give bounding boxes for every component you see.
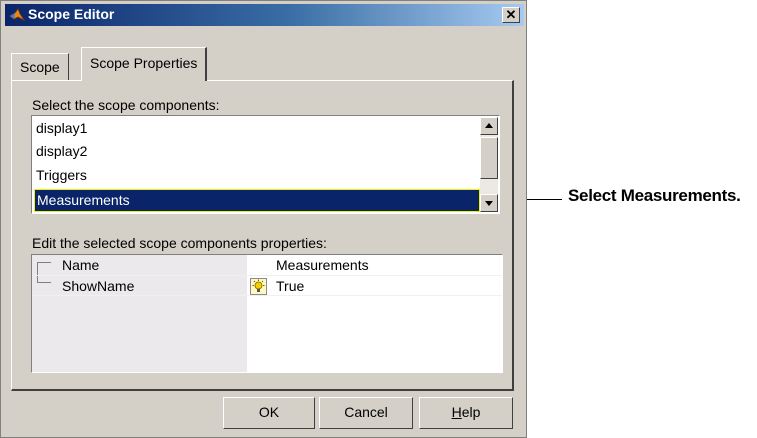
- property-row-name[interactable]: Name Measurements: [32, 255, 502, 276]
- ok-button[interactable]: OK: [223, 397, 315, 429]
- list-item-display2[interactable]: display2: [34, 140, 480, 163]
- help-mnemonic: H: [451, 404, 462, 420]
- scroll-thumb[interactable]: [480, 137, 498, 179]
- cancel-button[interactable]: Cancel: [319, 397, 413, 429]
- properties-table: Name Measurements ShowName True: [31, 254, 503, 373]
- close-button[interactable]: ✕: [502, 7, 520, 23]
- close-icon: ✕: [505, 7, 517, 22]
- matlab-logo-icon: [9, 8, 25, 21]
- window-title: Scope Editor: [28, 6, 115, 22]
- components-label: Select the scope components:: [32, 97, 220, 113]
- help-label-rest: elp: [461, 404, 481, 420]
- property-value[interactable]: True: [276, 278, 304, 294]
- property-name: ShowName: [62, 278, 135, 294]
- properties-label: Edit the selected scope components prope…: [32, 235, 327, 251]
- list-item-display1[interactable]: display1: [34, 117, 480, 140]
- property-name: Name: [62, 257, 100, 273]
- callout-text: Select Measurements.: [568, 186, 741, 205]
- arrow-up-icon: [485, 123, 493, 128]
- callout-line: [527, 199, 562, 200]
- list-item-triggers[interactable]: Triggers: [34, 164, 480, 187]
- list-item-measurements[interactable]: Measurements: [34, 189, 480, 212]
- scroll-up-button[interactable]: [480, 117, 498, 135]
- property-row-showname[interactable]: ShowName True: [32, 275, 502, 296]
- list-scrollbar[interactable]: [480, 117, 498, 212]
- scope-editor-window: Scope Editor ✕ Scope Scope Properties Se…: [0, 0, 527, 438]
- arrow-down-icon: [485, 201, 493, 206]
- tab-scope[interactable]: Scope: [11, 53, 69, 80]
- tab-scope-properties[interactable]: Scope Properties: [81, 47, 208, 81]
- scroll-down-button[interactable]: [480, 194, 498, 212]
- lightbulb-icon[interactable]: [250, 278, 267, 295]
- title-bar[interactable]: Scope Editor ✕: [5, 4, 524, 26]
- help-button[interactable]: Help: [419, 397, 513, 429]
- property-value[interactable]: Measurements: [276, 257, 369, 273]
- components-list[interactable]: display1 display2 Triggers Measurements: [31, 115, 500, 214]
